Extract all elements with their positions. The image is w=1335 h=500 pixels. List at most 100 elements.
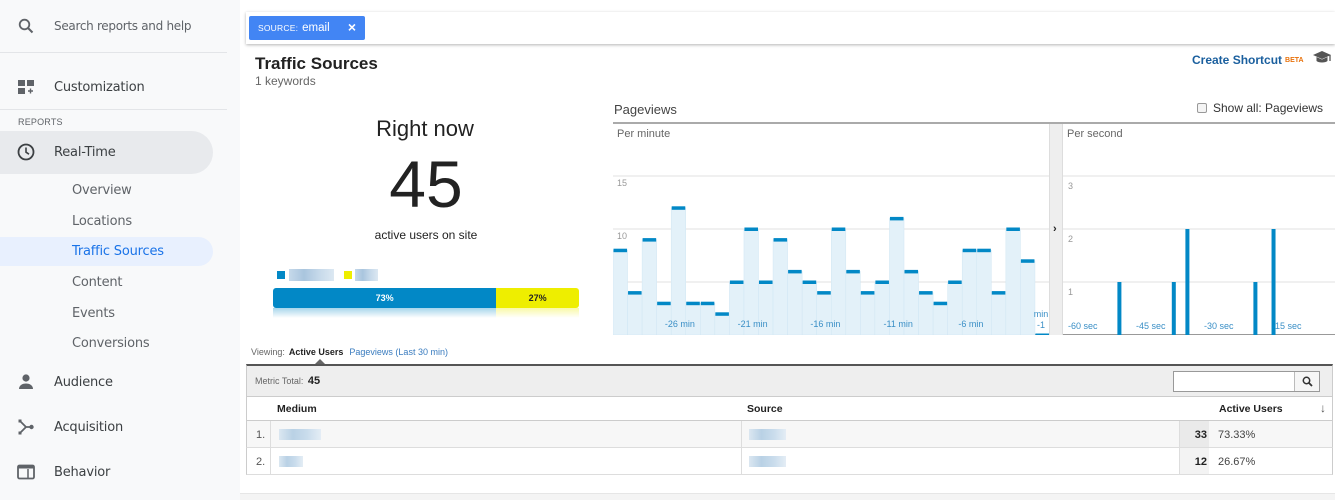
nav-behavior-label: Behavior [54, 465, 111, 480]
bar-fill [889, 218, 905, 335]
column-source[interactable]: Source [747, 403, 783, 415]
x-tick-label: -30 sec [1204, 321, 1234, 331]
search-reports-input[interactable]: Search reports and help [10, 8, 213, 44]
bar-mark [860, 291, 875, 295]
table-row[interactable]: 1. 33 73.33% [246, 421, 1333, 448]
active-users-value: 12 [1194, 456, 1207, 468]
clock-icon [17, 143, 35, 161]
viewing-pageviews-link[interactable]: Pageviews (Last 30 min) [349, 347, 448, 357]
x-tick-label: -60 sec [1068, 321, 1098, 331]
bar-mark [1035, 333, 1049, 335]
create-shortcut-label: Create Shortcut [1192, 53, 1283, 67]
nav-realtime[interactable]: Real-Time [0, 131, 213, 174]
x-tick-label: -16 min [810, 319, 840, 329]
close-icon[interactable]: × [348, 19, 356, 35]
viewing-label: Viewing: [251, 347, 285, 357]
table-row[interactable]: 2. 12 26.67% [246, 448, 1333, 475]
viewing-active-users[interactable]: Active Users [289, 347, 344, 357]
bar-fill [714, 313, 730, 335]
pageviews-charts: 51015-26 min-21 min-16 min-11 min-6 minm… [613, 122, 1335, 335]
metric-total-label: Metric Total: [255, 376, 304, 386]
nav-customization[interactable]: Customization [0, 68, 227, 106]
bar-mark [904, 269, 919, 274]
table-search-input[interactable] [1173, 371, 1320, 392]
active-users-percent: 26.67% [1218, 456, 1256, 468]
sidebar-item-events[interactable]: Events [72, 306, 115, 321]
bar-mark [802, 280, 817, 284]
nav-behavior[interactable]: Behavior [0, 457, 227, 487]
show-all-checkbox[interactable] [1197, 103, 1207, 113]
medium-value-redacted[interactable] [279, 456, 303, 467]
device-split-segment: 27% [496, 288, 579, 308]
metric-total-value: 45 [307, 375, 321, 387]
device-split-reflection-segment [496, 308, 579, 318]
y-tick-label: 1 [1068, 287, 1073, 297]
bar [1185, 229, 1190, 335]
x-tick-label: -45 sec [1136, 321, 1166, 331]
nav-audience[interactable]: Audience [0, 367, 227, 397]
bar-mark [729, 280, 744, 284]
y-tick-label: 10 [617, 231, 627, 241]
right-now-label: Right now [376, 116, 474, 141]
page-subtitle: 1 keywords [255, 74, 316, 88]
bar-fill [1020, 260, 1036, 335]
active-users-percent: 73.33% [1218, 429, 1256, 441]
filter-value: email [302, 22, 330, 34]
sidebar-item-traffic-sources[interactable]: Traffic Sources [72, 244, 164, 259]
bar-fill [772, 239, 788, 335]
sidebar-item-conversions[interactable]: Conversions [72, 336, 150, 351]
bar-mark [613, 248, 628, 253]
chevron-right-icon[interactable]: › [1053, 223, 1057, 235]
bar-fill [860, 292, 876, 335]
bar-mark [700, 301, 715, 306]
bar-mark [744, 227, 758, 231]
active-users-value: 33 [1194, 429, 1207, 441]
medium-value-redacted[interactable] [279, 429, 321, 440]
bar-fill [700, 302, 716, 335]
per-second-title: Per second [1067, 128, 1123, 140]
bar-mark [817, 291, 831, 295]
table-search-button[interactable] [1294, 372, 1319, 391]
filter-bar[interactable]: SOURCE: email × [246, 12, 1335, 44]
sidebar-item-locations[interactable]: Locations [72, 214, 132, 229]
bar-mark [977, 248, 991, 253]
chart-splitter[interactable]: › [1049, 124, 1063, 335]
show-all-toggle[interactable]: Show all: Pageviews [1197, 101, 1323, 115]
bar-mark [657, 301, 671, 306]
arrow-down-icon[interactable]: ↓ [1320, 401, 1326, 415]
nav-acquisition[interactable]: Acquisition [0, 412, 227, 442]
per-second-chart: 1 2 3 -60 sec -45 sec -30 sec -15 sec [1063, 175, 1335, 335]
bar-fill [641, 239, 657, 335]
row-index: 2. [256, 456, 266, 468]
dashboard-add-icon [17, 78, 35, 96]
y-tick-label: 3 [1068, 181, 1073, 191]
source-value-redacted[interactable] [749, 456, 786, 467]
bar-mark [686, 301, 700, 306]
create-shortcut-link[interactable]: Create Shortcut BETA [1192, 53, 1304, 67]
graduation-cap-icon[interactable] [1312, 50, 1332, 66]
viewing-toggle: Viewing: Active Users Pageviews (Last 30 m… [251, 347, 448, 357]
legend-swatch-device-2 [344, 271, 352, 279]
row-index: 1. [256, 429, 266, 441]
table-header: Medium Source Active Users ↓ [246, 397, 1333, 421]
active-users-description: active users on site [374, 228, 478, 242]
bar-fill [613, 249, 628, 335]
search-icon [18, 18, 34, 34]
x-tick-label: -6 min [958, 319, 983, 329]
bar-mark [671, 206, 686, 210]
sidebar-item-overview[interactable]: Overview [72, 183, 132, 198]
bar [1117, 282, 1122, 335]
footer-strip [240, 493, 1335, 500]
column-active-users[interactable]: Active Users [1219, 403, 1283, 415]
source-value-redacted[interactable] [749, 429, 786, 440]
show-all-label: Show all: Pageviews [1213, 101, 1324, 115]
legend-label-redacted [355, 269, 378, 281]
nav-customization-label: Customization [54, 79, 145, 95]
sidebar-item-content[interactable]: Content [72, 275, 123, 290]
reports-section-label: REPORTS [18, 117, 63, 127]
behavior-icon [17, 463, 35, 481]
legend-swatch-device-1 [277, 271, 285, 279]
column-medium[interactable]: Medium [277, 403, 317, 415]
filter-chip[interactable]: SOURCE: email × [249, 16, 365, 40]
main-content: SOURCE: email × Traffic Sources 1 keywor… [240, 0, 1335, 500]
